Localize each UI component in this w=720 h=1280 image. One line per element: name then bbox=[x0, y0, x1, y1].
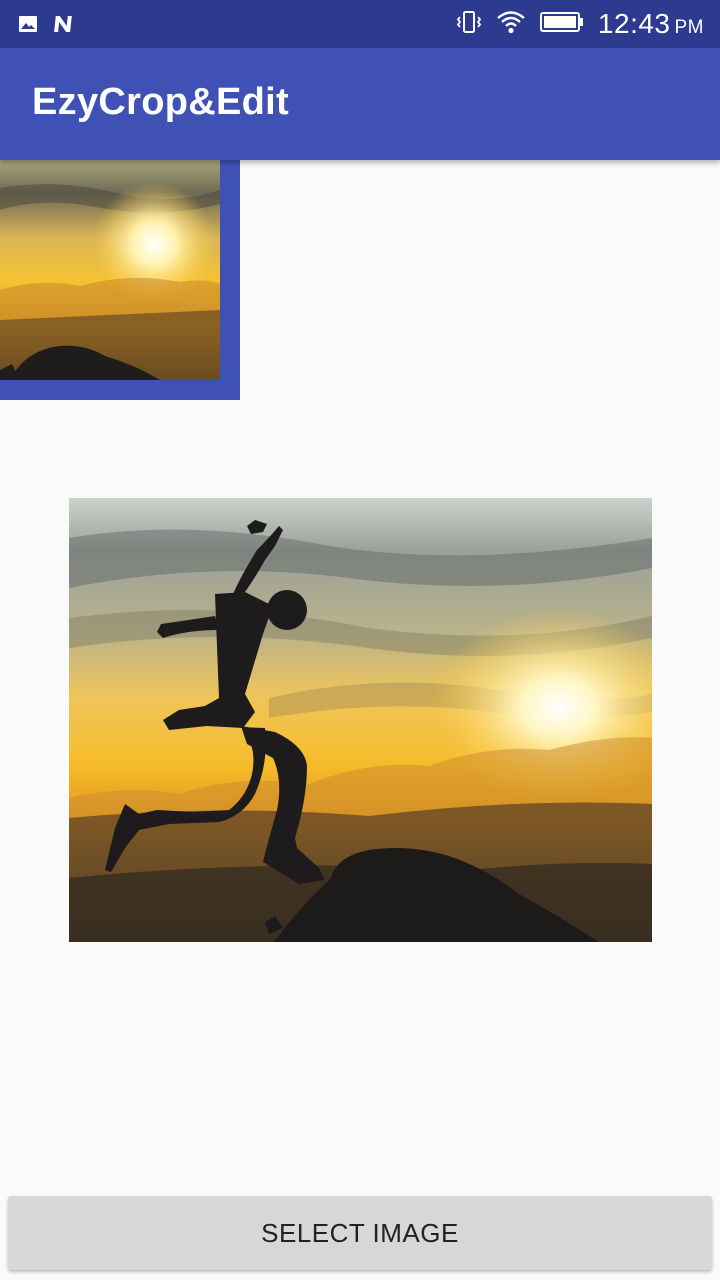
thumbnail-frame[interactable] bbox=[0, 160, 240, 400]
thumbnail-image bbox=[0, 160, 220, 380]
image-notification-icon bbox=[18, 14, 38, 39]
status-bar-right: 12:43 PM bbox=[456, 8, 704, 40]
app-bar: EzyCrop&Edit bbox=[0, 48, 720, 160]
status-bar: 12:43 PM bbox=[0, 0, 720, 48]
n-notification-icon bbox=[52, 14, 72, 39]
battery-icon bbox=[539, 11, 584, 38]
clock-ampm: PM bbox=[674, 17, 704, 38]
status-bar-left bbox=[18, 14, 72, 39]
app-title: EzyCrop&Edit bbox=[32, 81, 289, 123]
select-image-button[interactable]: SELECT IMAGE bbox=[8, 1196, 712, 1270]
vibrate-icon bbox=[456, 9, 482, 40]
status-clock: 12:43 PM bbox=[598, 8, 704, 40]
clock-time: 12:43 bbox=[597, 8, 671, 39]
wifi-icon bbox=[496, 9, 526, 40]
main-image[interactable] bbox=[69, 498, 652, 942]
